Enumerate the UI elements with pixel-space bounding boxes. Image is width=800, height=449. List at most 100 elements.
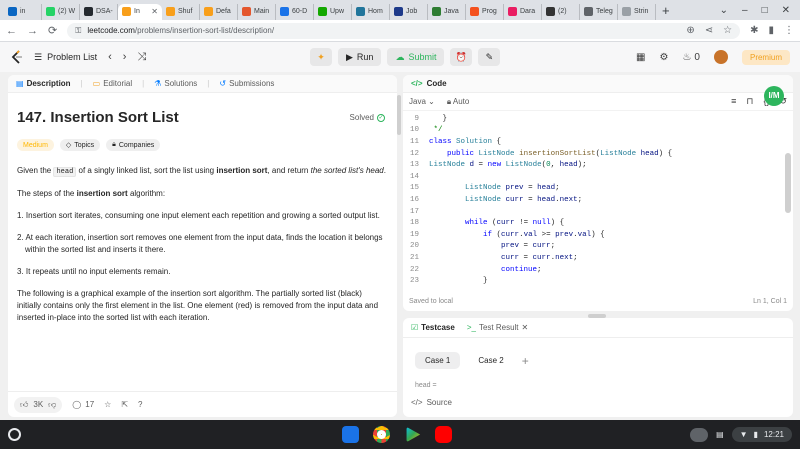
code-line[interactable]: 12 public ListNode insertionSortList(Lis… <box>403 148 793 160</box>
browser-tab[interactable]: Prog <box>466 3 504 20</box>
topics-chip[interactable]: ◇ Topics <box>59 139 101 151</box>
case-1-tab[interactable]: Case 1 <box>415 352 461 369</box>
browser-tab[interactable]: Main <box>238 3 276 20</box>
browser-tab[interactable]: Java <box>428 3 466 20</box>
chevron-down-icon[interactable]: ⌄ <box>720 5 728 16</box>
browser-tab[interactable]: DSA- <box>80 3 118 20</box>
back-icon[interactable]: ← <box>6 25 17 37</box>
screenshot-icon[interactable] <box>690 427 709 442</box>
format-icon[interactable]: ≡ <box>731 96 736 107</box>
reload-icon[interactable]: ⟳ <box>48 24 57 37</box>
run-button[interactable]: ▶ Run <box>338 48 382 66</box>
tab-description[interactable]: ▤ Description <box>16 79 71 88</box>
thumbs-down-icon[interactable]: 👎︎ <box>48 400 56 410</box>
extensions-icon[interactable]: ✱ <box>750 25 758 36</box>
notes-button[interactable]: ✎ <box>478 48 501 66</box>
bookmark-icon[interactable]: ⊓ <box>746 96 753 107</box>
layout-grid-icon[interactable]: ▦ <box>636 52 645 63</box>
star-icon[interactable]: ☆ <box>104 400 111 409</box>
sidepanel-icon[interactable]: ▮ <box>768 25 774 36</box>
maximize-icon[interactable]: □ <box>762 5 768 16</box>
new-tab-icon[interactable]: + <box>662 3 670 18</box>
prev-problem-icon[interactable]: ‹ <box>108 51 112 63</box>
code-line[interactable]: 19 if (curr.val >= prev.val) { <box>403 229 793 241</box>
comments-button[interactable]: ◯ 17 <box>72 400 94 409</box>
help-icon[interactable]: ? <box>138 400 142 409</box>
code-line[interactable]: 13 ListNode d = new ListNode(0, head); <box>403 159 793 171</box>
shuffle-icon[interactable]: ⤨ <box>137 51 146 64</box>
tab-test-result[interactable]: >_ Test Result ✕ <box>467 323 528 332</box>
tab-submissions[interactable]: ↺ Submissions <box>219 79 274 88</box>
vertical-splitter[interactable] <box>397 95 401 135</box>
browser-tab[interactable]: in <box>4 3 42 20</box>
code-line[interactable]: 21 curr = curr.next; <box>403 252 793 264</box>
thumbs-up-icon[interactable]: 👍︎ <box>20 400 28 410</box>
code-line[interactable]: 16 ListNode curr = head.next; <box>403 194 793 206</box>
code-line[interactable]: 17 <box>403 206 793 218</box>
code-line[interactable]: 15 ListNode prev = head; <box>403 183 793 195</box>
share-icon[interactable]: ⇱ <box>121 400 128 409</box>
avatar[interactable] <box>713 50 728 64</box>
code-line[interactable]: 11 class Solution { <box>403 136 793 148</box>
tab-editorial[interactable]: ▭ Editorial <box>93 79 132 88</box>
add-case-icon[interactable]: + <box>522 354 529 368</box>
minimize-icon[interactable]: – <box>742 5 748 16</box>
streak-fire-icon[interactable]: ♨ <box>682 52 691 63</box>
language-select[interactable]: Java ⌄ <box>409 97 435 106</box>
launcher-icon[interactable] <box>8 428 21 441</box>
tab-code[interactable]: Code <box>427 79 447 88</box>
browser-tab[interactable]: Upw <box>314 3 352 20</box>
case-2-tab[interactable]: Case 2 <box>468 352 513 369</box>
share-icon[interactable]: ⋖ <box>705 25 713 36</box>
problem-list-link[interactable]: Problem List <box>47 52 97 62</box>
clipboard-icon[interactable]: ▤ <box>716 430 724 439</box>
forward-icon[interactable]: → <box>27 25 38 37</box>
url-field[interactable]: ⚿ leetcode.com/problems/insertion-sort-l… <box>67 22 741 39</box>
leetcode-logo-icon[interactable] <box>10 50 24 64</box>
source-toggle[interactable]: </> Source <box>411 398 452 407</box>
bookmark-star-icon[interactable]: ☆ <box>723 25 732 36</box>
close-icon[interactable]: ✕ <box>522 323 529 332</box>
settings-gear-icon[interactable]: ⚙ <box>659 52 668 63</box>
browser-tab[interactable]: Defa <box>200 3 238 20</box>
code-line[interactable]: 22 continue; <box>403 264 793 276</box>
code-line[interactable]: 9 } <box>403 113 793 125</box>
submit-button[interactable]: ☁ Submit <box>387 48 445 66</box>
browser-tab[interactable]: Hom <box>352 3 390 20</box>
code-line[interactable]: 10 */ <box>403 125 793 137</box>
debug-button[interactable]: ✦ <box>310 48 332 66</box>
code-line[interactable]: 23 } <box>403 275 793 287</box>
browser-menu-icon[interactable]: ⋮ <box>784 25 794 36</box>
browser-tab[interactable]: Strin <box>618 3 656 20</box>
browser-tab[interactable]: (2) <box>542 3 580 20</box>
status-tray[interactable]: ▼ ▮ 12:21 <box>731 427 792 442</box>
tab-solutions[interactable]: ⚗ Solutions <box>154 79 197 88</box>
browser-tab[interactable]: 60-D <box>276 3 314 20</box>
close-tab-icon[interactable]: ✕ <box>151 7 158 16</box>
browser-tab[interactable]: (2) W <box>42 3 80 20</box>
code-line[interactable]: 14 <box>403 171 793 183</box>
editor-scrollbar[interactable] <box>785 153 791 213</box>
next-problem-icon[interactable]: › <box>123 51 127 63</box>
youtube-app-icon[interactable] <box>435 426 452 443</box>
tab-testcase[interactable]: ☑ Testcase <box>411 323 455 332</box>
companies-chip[interactable]: 🔒︎ Companies <box>106 139 161 151</box>
zoom-icon[interactable]: ⊕ <box>686 25 694 36</box>
close-window-icon[interactable]: ✕ <box>782 5 790 16</box>
chrome-app-icon[interactable] <box>373 426 390 443</box>
play-store-icon[interactable] <box>406 426 421 443</box>
browser-tab[interactable]: Job <box>390 3 428 20</box>
files-app-icon[interactable] <box>342 426 359 443</box>
code-editor[interactable]: 9 } 10 */11 class Solution {12 public List… <box>403 113 793 289</box>
browser-tab[interactable]: Dara <box>504 3 542 20</box>
code-line[interactable]: 20 prev = curr; <box>403 241 793 253</box>
auto-mode[interactable]: 🔒︎ Auto <box>447 97 470 107</box>
problem-title[interactable]: 147. Insertion Sort List <box>17 109 179 126</box>
floating-extension-button[interactable]: I/M <box>764 86 784 106</box>
code-line[interactable]: 18 while (curr != null) { <box>403 217 793 229</box>
browser-tab[interactable]: In ✕ <box>118 3 162 20</box>
browser-tab[interactable]: Teleg <box>580 3 618 20</box>
browser-tab[interactable]: Shuf <box>162 3 200 20</box>
premium-button[interactable]: Premium <box>741 49 790 65</box>
timer-button[interactable]: ⏰ <box>450 48 473 66</box>
